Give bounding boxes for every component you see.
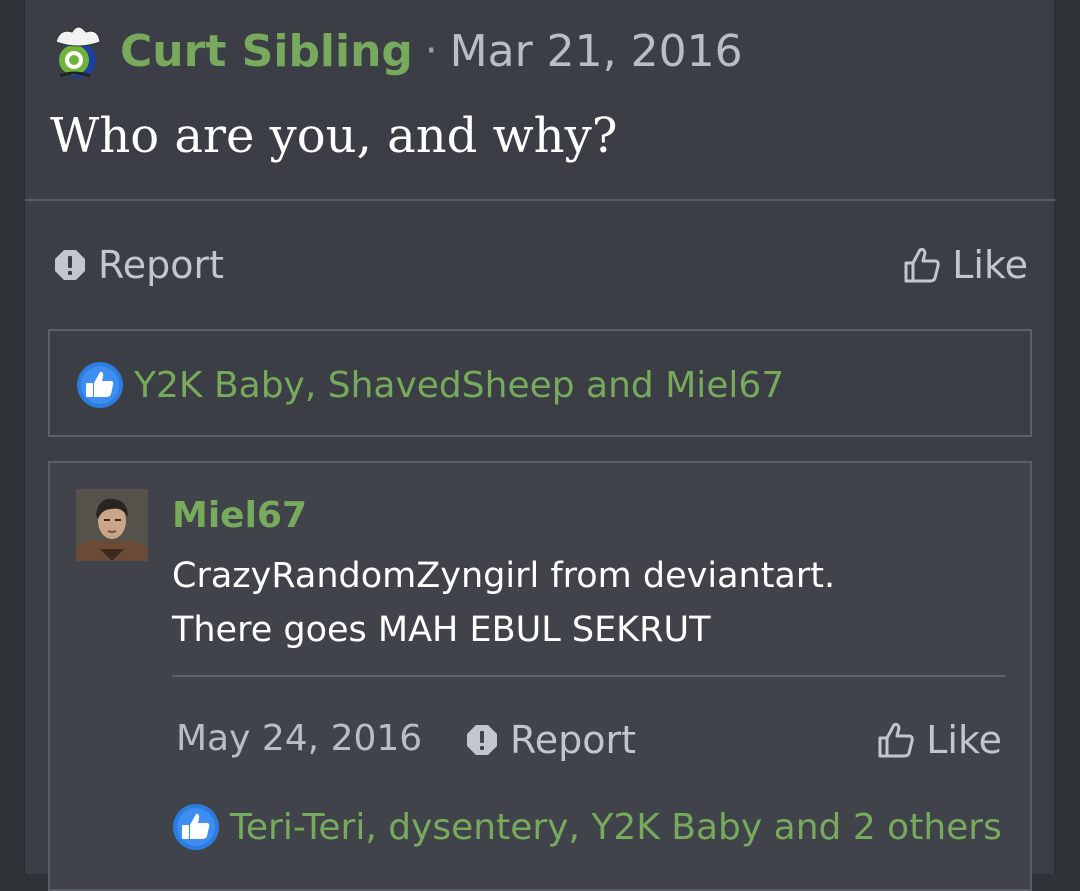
post-author-link[interactable]: Curt Sibling (120, 26, 413, 77)
thumbs-up-badge-icon (77, 362, 123, 408)
reply-divider (172, 675, 1006, 677)
reply-report-label: Report (510, 718, 636, 762)
exclamation-octagon-icon (55, 250, 85, 280)
thumbs-up-outline-icon (904, 247, 940, 283)
reply-container: Miel67 CrazyRandomZyngirl from deviantar… (48, 461, 1032, 891)
reply-message: CrazyRandomZyngirl from deviantart. Ther… (172, 549, 835, 657)
reply-reactions[interactable]: Teri-Teri, dysentery, Y2K Baby and 2 oth… (172, 803, 1002, 851)
report-label: Report (98, 243, 224, 287)
reply-reactions-users-link[interactable]: Teri-Teri, dysentery, Y2K Baby and 2 oth… (230, 807, 1002, 848)
post-reactions-bar: Y2K Baby, ShavedSheep and Miel67 (48, 329, 1032, 437)
header-separator: · (424, 28, 438, 74)
post-header: Curt Sibling · Mar 21, 2016 (50, 18, 743, 84)
cowboy-hat-avatar-icon[interactable] (50, 20, 106, 82)
reactions-users-link[interactable]: Y2K Baby, ShavedSheep and Miel67 (134, 365, 784, 406)
user-portrait-avatar[interactable] (76, 489, 148, 561)
reply-like-label: Like (926, 718, 1002, 762)
reply-line-2: There goes MAH EBUL SEKRUT (172, 610, 711, 650)
exclamation-octagon-icon (467, 725, 497, 755)
reply-date[interactable]: May 24, 2016 (176, 718, 422, 759)
like-label: Like (952, 243, 1028, 287)
post-message: Who are you, and why? (50, 108, 618, 164)
thumbs-up-outline-icon (878, 722, 914, 758)
reply-report-button[interactable]: Report (466, 718, 636, 762)
reply-line-1: CrazyRandomZyngirl from deviantart. (172, 556, 836, 596)
report-button[interactable]: Report (54, 243, 224, 287)
post-date[interactable]: Mar 21, 2016 (450, 26, 743, 77)
post-divider (25, 199, 1055, 201)
like-button[interactable]: Like (902, 243, 1028, 287)
thumbs-up-badge-icon (173, 804, 219, 850)
reply-like-button[interactable]: Like (876, 718, 1002, 762)
post-reactions[interactable]: Y2K Baby, ShavedSheep and Miel67 (76, 361, 784, 409)
reply-author-link[interactable]: Miel67 (172, 495, 307, 536)
